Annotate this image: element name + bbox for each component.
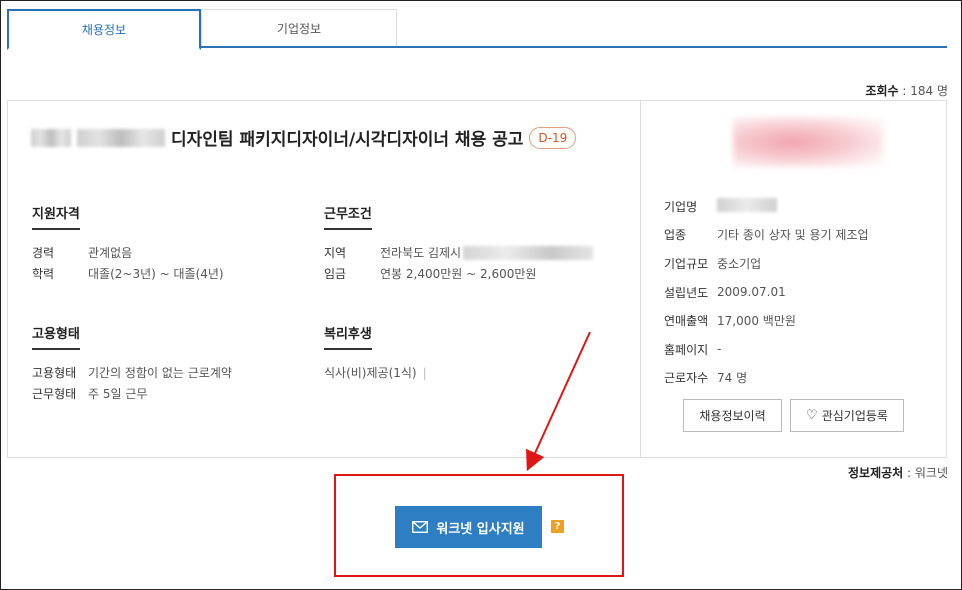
company-row: 홈페이지 - — [664, 335, 869, 364]
company-row: 업종 기타 종이 상자 및 용기 제조업 — [664, 221, 869, 250]
company-row: 설립년도 2009.07.01 — [664, 278, 869, 307]
job-history-label: 채용정보이력 — [699, 409, 766, 423]
employment-heading: 고용형태 — [32, 323, 80, 350]
tab-job-info[interactable]: 채용정보 — [7, 9, 201, 50]
row-key: 학력 — [32, 267, 55, 281]
company-key: 업종 — [664, 228, 687, 243]
envelope-icon — [412, 521, 429, 533]
row-key: 고용형태 — [32, 366, 77, 380]
conditions-row: 임금 연봉 2,400만원 ~ 2,600만원 — [324, 263, 593, 284]
company-key: 연매출액 — [664, 314, 709, 329]
view-count-value: : 184 명 — [902, 84, 948, 98]
region-text: 전라북도 김제시 — [380, 246, 462, 260]
company-value: 17,000 백만원 — [717, 314, 796, 329]
company-value: 중소기업 — [717, 256, 762, 271]
job-title-text: 디자인팀 패키지디자이너/시각디자이너 채용 공고 — [171, 130, 524, 150]
row-value: 연봉 2,400만원 ~ 2,600만원 — [380, 267, 537, 281]
job-history-button[interactable]: 채용정보이력 — [683, 399, 782, 432]
welfare-heading: 복리후생 — [324, 323, 372, 350]
welfare-value: 식사(비)제공(1식) — [324, 366, 417, 380]
row-key: 경력 — [32, 246, 55, 260]
tab-company-info[interactable]: 기업정보 — [201, 9, 397, 46]
row-key: 근무형태 — [32, 387, 77, 401]
company-summary: 기업명 업종 기타 종이 상자 및 용기 제조업 기업규모 중소기업 설립년도 … — [641, 101, 946, 457]
section-welfare: 복리후생 식사(비)제공(1식) | — [324, 323, 427, 383]
apply-label: 워크넷 입사지원 — [436, 521, 525, 537]
employment-row: 고용형태 기간의 정함이 없는 근로계약 — [32, 362, 232, 383]
job-title: 디자인팀 패키지디자이너/시각디자이너 채용 공고 D-19 — [31, 125, 577, 150]
worknet-apply-button[interactable]: 워크넷 입사지원 — [395, 506, 542, 548]
company-key: 홈페이지 — [664, 342, 709, 357]
company-row: 근로자수 74 명 — [664, 364, 869, 393]
view-count: 조회수 : 184 명 — [865, 82, 948, 99]
company-info-table: 기업명 업종 기타 종이 상자 및 용기 제조업 기업규모 중소기업 설립년도 … — [664, 192, 869, 392]
row-value: 대졸(2~3년) ~ 대졸(4년) — [88, 267, 224, 281]
company-row: 기업명 — [664, 192, 869, 221]
company-key: 기업규모 — [664, 256, 709, 271]
company-row: 연매출액 17,000 백만원 — [664, 306, 869, 335]
tab-bar: 채용정보 기업정보 — [7, 9, 947, 50]
row-key: 지역 — [324, 246, 347, 260]
company-name-value — [717, 197, 777, 215]
company-key: 설립년도 — [664, 285, 709, 300]
add-interest-company-button[interactable]: ♡ 관심기업등록 — [790, 399, 904, 432]
conditions-heading: 근무조건 — [324, 203, 372, 230]
redacted-company-name — [31, 128, 71, 147]
employment-row: 근무형태 주 5일 근무 — [32, 383, 232, 404]
section-conditions: 근무조건 지역 전라북도 김제시 임금 연봉 2,400만원 ~ 2,600만원 — [324, 203, 594, 284]
row-key: 임금 — [324, 267, 347, 281]
row-value: 기간의 정함이 없는 근로계약 — [88, 366, 232, 380]
add-interest-label: 관심기업등록 — [821, 409, 888, 423]
view-count-label: 조회수 — [865, 84, 899, 98]
section-employment: 고용형태 고용형태 기간의 정함이 없는 근로계약 근무형태 주 5일 근무 — [32, 323, 232, 404]
company-value: 기타 종이 상자 및 용기 제조업 — [717, 228, 869, 243]
company-value: 74 명 — [717, 371, 748, 386]
section-qualification: 지원자격 경력 관계없음 학력 대졸(2~3년) ~ 대졸(4년) — [32, 203, 224, 284]
heart-icon: ♡ — [806, 408, 818, 423]
welfare-row: 식사(비)제공(1식) | — [324, 362, 427, 383]
job-detail: 디자인팀 패키지디자이너/시각디자이너 채용 공고 D-19 지원자격 경력 관… — [8, 101, 641, 457]
provider-label: 정보제공처 — [847, 466, 904, 480]
dday-badge: D-19 — [529, 126, 577, 149]
company-value: 2009.07.01 — [717, 285, 786, 300]
company-logo — [733, 117, 883, 167]
redacted-address — [463, 245, 594, 260]
welfare-separator: | — [422, 365, 427, 380]
company-row: 기업규모 중소기업 — [664, 249, 869, 278]
provider-value: : 워크넷 — [907, 466, 948, 480]
row-value: 관계없음 — [88, 246, 133, 260]
qualification-row: 학력 대졸(2~3년) ~ 대졸(4년) — [32, 263, 224, 284]
company-key: 기업명 — [664, 199, 698, 214]
qualification-row: 경력 관계없음 — [32, 242, 224, 263]
row-value: 주 5일 근무 — [88, 387, 148, 401]
conditions-row: 지역 전라북도 김제시 — [324, 242, 594, 263]
redacted-company-name-3 — [717, 197, 777, 212]
redacted-company-name-2 — [77, 128, 165, 147]
info-provider: 정보제공처 : 워크넷 — [848, 464, 948, 481]
help-icon[interactable]: ? — [551, 520, 564, 533]
qualification-heading: 지원자격 — [32, 203, 80, 230]
company-homepage-link[interactable]: - — [717, 342, 721, 356]
job-panel: 디자인팀 패키지디자이너/시각디자이너 채용 공고 D-19 지원자격 경력 관… — [7, 100, 947, 458]
company-buttons: 채용정보이력 ♡ 관심기업등록 — [683, 399, 904, 432]
row-value: 전라북도 김제시 — [380, 244, 594, 261]
company-key: 근로자수 — [664, 371, 709, 386]
